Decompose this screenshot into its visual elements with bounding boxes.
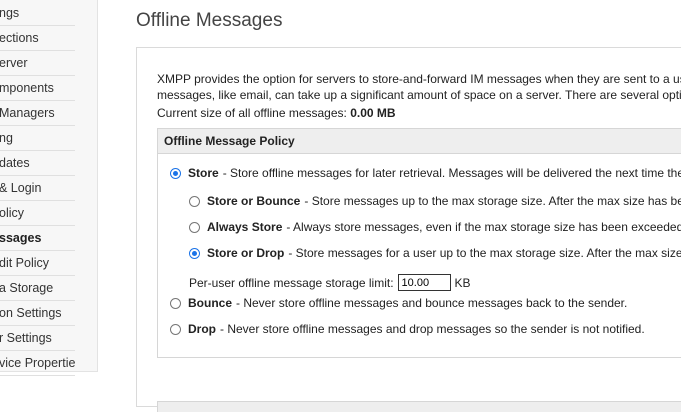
intro-line: messages, like email, can take up a sign… xyxy=(157,88,681,102)
store-option[interactable]: Store - Store offline messages for later… xyxy=(170,166,681,180)
sidebar-item-label: & Login xyxy=(0,181,42,195)
sidebar-item-audit-policy[interactable]: dit Policy xyxy=(0,251,75,276)
sidebar-item-registration-login[interactable]: & Login xyxy=(0,176,75,201)
sidebar-item-label: mponents xyxy=(0,81,54,95)
store-or-drop-label: Store or Drop xyxy=(207,246,285,260)
sidebar-item-label: vice Properties xyxy=(0,356,75,370)
sidebar-item-label: ngs xyxy=(0,6,20,20)
storage-limit-input[interactable] xyxy=(397,274,451,291)
current-size-value: 0.00 MB xyxy=(350,106,396,120)
storage-limit-label: Per-user offline message storage limit: xyxy=(189,275,394,290)
sidebar-item-logging[interactable]: ng xyxy=(0,126,75,151)
sidebar-item-user-settings[interactable]: r Settings xyxy=(0,326,75,351)
sidebar: ngs ections erver mponents Managers ng d… xyxy=(0,0,98,376)
intro-line: XMPP provides the option for servers to … xyxy=(157,72,681,86)
sidebar-item-components[interactable]: mponents xyxy=(0,76,75,101)
sidebar-item-label: ng xyxy=(0,131,13,145)
sidebar-item-label: dit Policy xyxy=(0,256,50,270)
drop-desc: - Never store offline messages and drop … xyxy=(220,322,645,336)
always-store-option[interactable]: Always Store - Always store messages, ev… xyxy=(189,220,681,234)
sidebar-item-label: olicy xyxy=(0,206,25,220)
sidebar-item-session-settings[interactable]: on Settings xyxy=(0,301,75,326)
sidebar-item-label: on Settings xyxy=(0,306,62,320)
always-store-label: Always Store xyxy=(207,220,283,234)
store-or-drop-desc: - Store messages for a user up to the ma… xyxy=(288,246,681,260)
sidebar-item-label: dates xyxy=(0,156,30,170)
store-or-drop-option[interactable]: Store or Drop - Store messages for a use… xyxy=(189,246,681,260)
bounce-radio[interactable] xyxy=(170,297,181,309)
sidebar-item-service-properties[interactable]: vice Properties xyxy=(0,351,75,376)
store-desc: - Store offline messages for later retri… xyxy=(222,166,681,180)
policy-header: Offline Message Policy xyxy=(158,129,681,154)
bounce-desc: - Never store offline messages and bounc… xyxy=(236,296,628,310)
sidebar-item-data-storage[interactable]: a Storage xyxy=(0,276,75,301)
bounce-label: Bounce xyxy=(188,296,233,310)
drop-option[interactable]: Drop - Never store offline messages and … xyxy=(170,322,645,336)
sidebar-nav: ngs ections erver mponents Managers ng d… xyxy=(0,1,75,376)
storage-limit-row: Per-user offline message storage limit: … xyxy=(189,274,471,291)
sidebar-item-settings[interactable]: ngs xyxy=(0,1,75,26)
store-radio[interactable] xyxy=(170,167,181,179)
sidebar-item-label: r Settings xyxy=(0,331,52,345)
sidebar-item-label: a Storage xyxy=(0,281,54,295)
sidebar-item-server[interactable]: erver xyxy=(0,51,75,76)
sidebar-item-label: erver xyxy=(0,56,28,70)
storage-limit-unit: KB xyxy=(454,275,471,290)
sidebar-item-connections[interactable]: ections xyxy=(0,26,75,51)
sidebar-item-managers[interactable]: Managers xyxy=(0,101,75,126)
sidebar-item-label: ections xyxy=(0,31,39,45)
sidebar-item-policy[interactable]: olicy xyxy=(0,201,75,226)
store-or-bounce-desc: - Store messages up to the max storage s… xyxy=(304,194,681,208)
store-or-bounce-option[interactable]: Store or Bounce - Store messages up to t… xyxy=(189,194,681,208)
sidebar-item-label: ssages xyxy=(0,231,42,245)
store-or-drop-radio[interactable] xyxy=(189,247,200,259)
store-label: Store xyxy=(188,166,219,180)
always-store-desc: - Always store messages, even if the max… xyxy=(286,220,681,234)
next-section-box xyxy=(157,401,681,412)
drop-radio[interactable] xyxy=(170,323,181,335)
drop-label: Drop xyxy=(188,322,216,336)
store-or-bounce-radio[interactable] xyxy=(189,195,200,207)
current-size-label: Current size of all offline messages: xyxy=(157,106,347,120)
sidebar-item-label: Managers xyxy=(0,106,55,120)
bounce-option[interactable]: Bounce - Never store offline messages an… xyxy=(170,296,627,310)
always-store-radio[interactable] xyxy=(189,221,200,233)
current-size: Current size of all offline messages: 0.… xyxy=(157,106,396,120)
page-title: Offline Messages xyxy=(136,10,283,31)
intro-text: XMPP provides the option for servers to … xyxy=(157,71,681,103)
store-or-bounce-label: Store or Bounce xyxy=(207,194,301,208)
sidebar-item-updates[interactable]: dates xyxy=(0,151,75,176)
sidebar-item-offline-messages[interactable]: ssages xyxy=(0,226,75,251)
